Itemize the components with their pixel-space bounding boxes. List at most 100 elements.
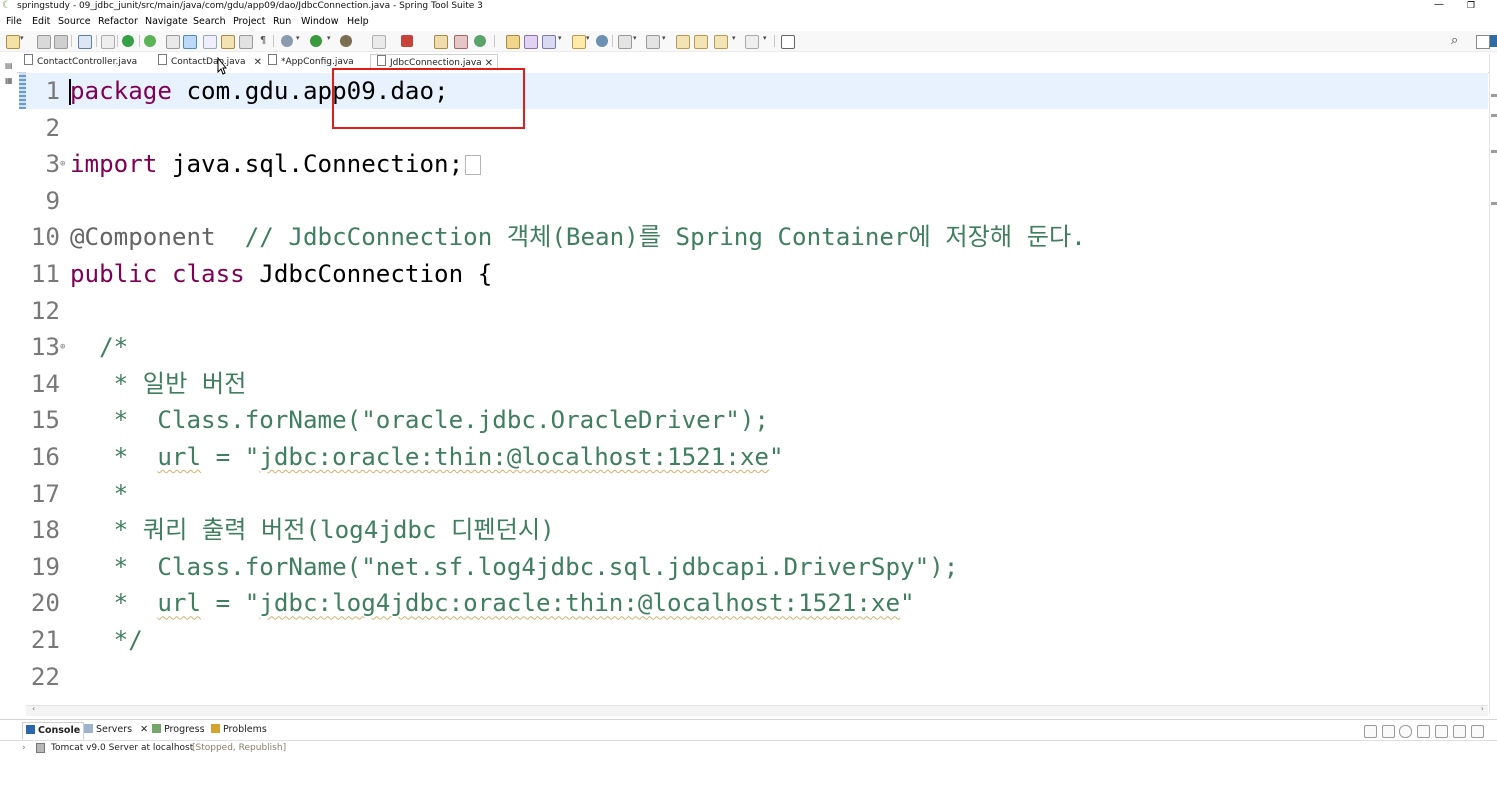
code-line[interactable]: 17 * <box>26 476 1486 512</box>
warning-marker[interactable] <box>1491 94 1497 97</box>
code-line[interactable]: 19 * Class.forName("net.sf.log4jdbc.sql.… <box>26 549 1486 585</box>
start-server-icon[interactable] <box>1399 725 1412 738</box>
new-icon[interactable] <box>6 35 20 49</box>
annotation-icon[interactable] <box>572 35 586 49</box>
menu-search[interactable]: Search <box>193 14 226 30</box>
last-edit-icon[interactable] <box>676 35 690 49</box>
stop-icon[interactable] <box>401 35 413 47</box>
forward-dropdown-icon[interactable]: ▾ <box>763 34 767 42</box>
stop-server-icon[interactable] <box>1435 725 1448 738</box>
run-external-icon[interactable] <box>340 35 352 47</box>
code-line[interactable]: 22 <box>26 659 1486 695</box>
menu-navigate[interactable]: Navigate <box>145 14 188 30</box>
tab-problems[interactable]: Problems <box>211 722 267 738</box>
code-line[interactable]: 9 <box>26 183 1486 219</box>
debug-dropdown-icon[interactable]: ▾ <box>296 34 300 42</box>
forward-icon[interactable] <box>745 35 759 49</box>
code-line[interactable]: 15 * Class.forName("oracle.jdbc.OracleDr… <box>26 402 1486 438</box>
tab-servers[interactable]: Servers ✕ <box>84 722 148 738</box>
new-java-project-icon[interactable] <box>434 35 448 49</box>
profile-server-icon[interactable] <box>1417 725 1430 738</box>
horizontal-scrollbar[interactable]: ‹ › <box>26 704 1488 716</box>
close-icon[interactable]: ✕ <box>140 724 148 735</box>
perspective-resource-icon[interactable] <box>1476 35 1490 49</box>
mark-occurrences-icon[interactable] <box>183 35 197 49</box>
open-resource-icon[interactable] <box>524 35 538 49</box>
back-icon[interactable] <box>694 35 708 49</box>
menu-project[interactable]: Project <box>233 14 266 30</box>
skip-breakpoints-icon[interactable] <box>101 35 115 49</box>
block-selection-icon[interactable] <box>203 35 217 49</box>
globe-icon[interactable] <box>596 35 608 47</box>
code-line[interactable]: 1 package com.gdu.app09.dao; <box>26 73 1486 109</box>
code-line[interactable]: 3 ⊕ import java.sql.Connection; <box>26 146 1486 182</box>
open-task-icon[interactable] <box>221 35 235 49</box>
tab-contact-dao[interactable]: ContactDao.java ✕ <box>158 54 262 71</box>
search-tool-icon[interactable] <box>542 35 556 49</box>
save-icon[interactable] <box>37 35 51 49</box>
show-whitespace-icon[interactable] <box>239 35 253 49</box>
next-annotation-icon[interactable] <box>618 35 632 49</box>
menu-source[interactable]: Source <box>58 14 91 30</box>
warning-marker[interactable] <box>1491 150 1497 153</box>
restore-icon[interactable]: ❐ <box>1465 0 1477 12</box>
code-line[interactable]: 13 ⊕ /* <box>26 329 1486 365</box>
spring-boot-dashboard-icon[interactable] <box>122 35 134 47</box>
code-line[interactable]: 12 <box>26 293 1486 329</box>
menu-refactor[interactable]: Refactor <box>98 14 138 30</box>
tab-console[interactable]: Console <box>22 722 85 740</box>
save-all-icon[interactable] <box>54 35 68 49</box>
warning-marker[interactable] <box>1491 202 1497 205</box>
tab-contact-controller[interactable]: ContactController.java <box>24 54 150 71</box>
menu-run[interactable]: Run <box>273 14 291 30</box>
code-line[interactable]: 14 * 일반 버전 <box>26 366 1486 402</box>
search-dropdown-icon[interactable]: ▾ <box>558 34 562 42</box>
code-editor[interactable]: 1 package com.gdu.app09.dao; 2 3 ⊕ import jav… <box>26 72 1488 705</box>
new-package-icon[interactable] <box>454 35 468 49</box>
pin-editor-icon[interactable] <box>166 35 180 49</box>
warning-marker[interactable] <box>1491 114 1497 117</box>
scroll-right-icon[interactable]: › <box>1481 704 1484 713</box>
perspective-java-icon[interactable] <box>1490 35 1497 47</box>
previous-annotation-dropdown-icon[interactable]: ▾ <box>662 34 666 42</box>
folded-region-marker[interactable] <box>465 155 482 176</box>
relaunch-icon[interactable] <box>144 35 156 47</box>
publish-icon[interactable] <box>1453 725 1466 738</box>
next-annotation-dropdown-icon[interactable]: ▾ <box>633 34 637 42</box>
menu-window[interactable]: Window <box>301 14 338 30</box>
scroll-left-icon[interactable]: ‹ <box>32 704 35 713</box>
debug-server-icon[interactable] <box>1382 725 1395 738</box>
previous-annotation-icon[interactable] <box>646 35 660 49</box>
run-icon[interactable] <box>310 35 322 47</box>
code-line[interactable]: 18 * 쿼리 출력 버전(log4jdbc 디펜던시) <box>26 512 1486 548</box>
code-line[interactable]: 10 @Component // JdbcConnection 객체(Bean)를… <box>26 219 1486 255</box>
tab-progress[interactable]: Progress <box>152 722 205 738</box>
back-history-icon[interactable] <box>714 35 728 49</box>
menu-file[interactable]: File <box>6 14 22 30</box>
code-line[interactable]: 21 */ <box>26 622 1486 658</box>
pilcrow-icon[interactable]: ¶ <box>257 35 269 47</box>
fold-toggle-icon[interactable]: ⊕ <box>60 146 65 182</box>
debug-icon[interactable] <box>281 35 293 47</box>
minimize-icon[interactable]: — <box>1432 0 1446 12</box>
search-icon[interactable]: ⌕ <box>1451 33 1458 48</box>
view-menu-icon[interactable] <box>1471 725 1484 738</box>
close-icon[interactable]: ✕ <box>254 54 262 71</box>
coverage-icon[interactable] <box>372 35 386 49</box>
new-dropdown-icon[interactable]: ▾ <box>20 34 24 42</box>
open-type-icon[interactable] <box>506 35 520 49</box>
back-dropdown-icon[interactable]: ▾ <box>732 34 736 42</box>
code-line[interactable]: 16 * url = "jdbc:oracle:thin:@localhost:… <box>26 439 1486 475</box>
annotation-dropdown-icon[interactable]: ▾ <box>586 34 590 42</box>
code-line[interactable]: 11 public class JdbcConnection { <box>26 256 1486 292</box>
menu-help[interactable]: Help <box>347 14 369 30</box>
open-perspective-icon[interactable] <box>781 35 795 49</box>
package-explorer-icon[interactable]: ▤ <box>5 61 13 70</box>
new-class-icon[interactable] <box>474 35 486 47</box>
code-line[interactable]: 2 <box>26 110 1486 146</box>
fold-toggle-icon[interactable]: ⊕ <box>60 329 65 365</box>
menu-edit[interactable]: Edit <box>32 14 50 30</box>
collapse-all-icon[interactable] <box>1364 725 1377 738</box>
code-line[interactable]: 20 * url = "jdbc:log4jdbc:oracle:thin:@l… <box>26 585 1486 621</box>
expand-chevron-icon[interactable]: › <box>22 742 26 754</box>
